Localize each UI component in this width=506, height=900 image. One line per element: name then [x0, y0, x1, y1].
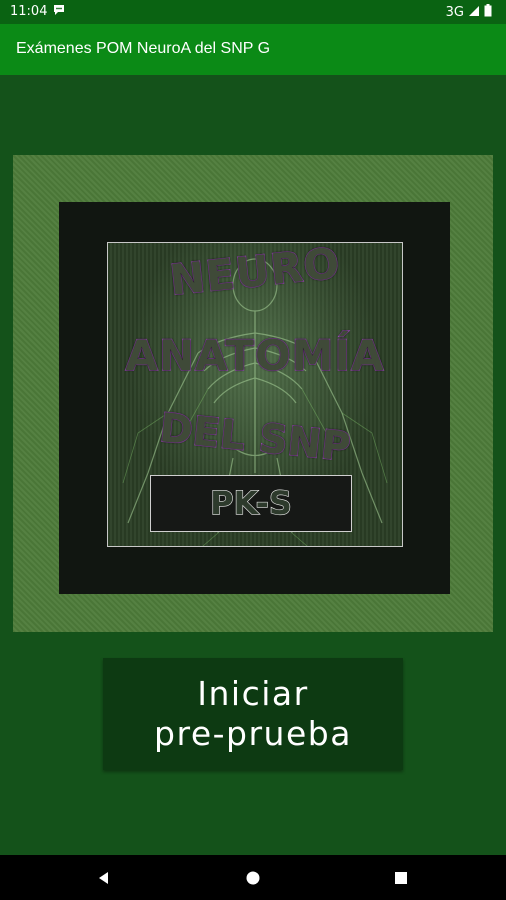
cover-frame: NEURO ANATOMÍA DEL SNP PK-S	[13, 155, 493, 632]
navigation-bar	[0, 855, 506, 900]
start-pretest-label: Iniciar pre-prueba	[154, 674, 352, 753]
cover-badge-label: PK-S	[209, 483, 292, 522]
back-triangle-icon[interactable]	[94, 868, 114, 888]
app-bar: Exámenes POM NeuroA del SNP G	[0, 24, 506, 75]
status-bar: 11:04 3G	[0, 0, 506, 24]
network-type: 3G	[445, 5, 464, 20]
home-circle-icon[interactable]	[243, 868, 263, 888]
status-indicators: 3G	[446, 4, 492, 21]
main-content: NEURO ANATOMÍA DEL SNP PK-S Iniciar pre-…	[0, 75, 506, 855]
start-pretest-button[interactable]: Iniciar pre-prueba	[103, 658, 403, 770]
battery-icon	[484, 4, 492, 21]
signal-icon	[468, 5, 480, 21]
cover-image: NEURO ANATOMÍA DEL SNP PK-S	[107, 242, 403, 547]
cover-frame-inner: NEURO ANATOMÍA DEL SNP PK-S	[59, 202, 450, 594]
cover-title-line2: ANATOMÍA	[125, 330, 385, 380]
notification-icon	[52, 4, 66, 19]
app-title: Exámenes POM NeuroA del SNP G	[16, 40, 271, 57]
cover-badge: PK-S	[150, 475, 352, 532]
status-time: 11:04	[10, 4, 48, 19]
recents-square-icon[interactable]	[391, 868, 411, 888]
